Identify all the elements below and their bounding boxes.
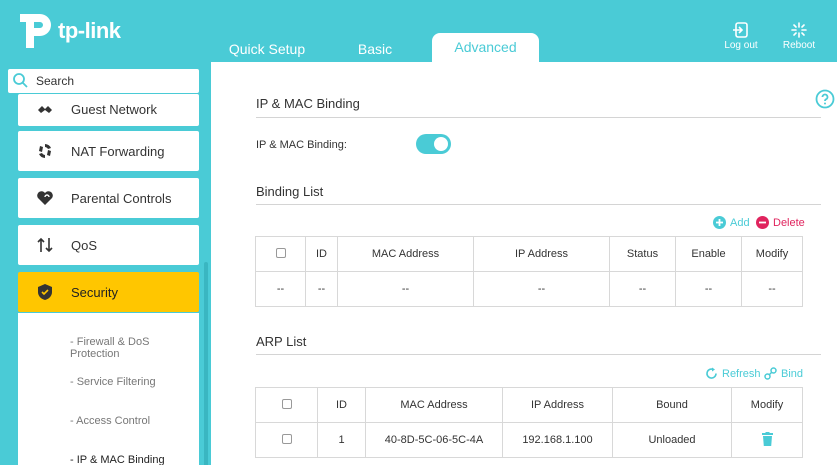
modify-cell: [731, 422, 803, 458]
brand-name: tp-link: [58, 18, 121, 43]
search-icon: [13, 73, 28, 88]
refresh-icon: [706, 367, 717, 379]
page-title: IP & MAC Binding: [256, 96, 360, 111]
cell: --: [337, 271, 474, 307]
submenu-item-access-control[interactable]: - Access Control: [70, 415, 150, 427]
col-header: Status: [609, 236, 676, 272]
col-header: ID: [305, 236, 338, 272]
sidebar-item-guest-network[interactable]: Guest Network: [18, 94, 199, 126]
submenu-item-ip-mac-binding[interactable]: - IP & MAC Binding: [70, 454, 165, 465]
search-input[interactable]: Search: [8, 69, 199, 93]
tab-quick-setup[interactable]: Quick Setup: [222, 36, 312, 62]
binding-list-title: Binding List: [256, 184, 324, 199]
divider: [256, 204, 821, 205]
add-button[interactable]: Add: [713, 216, 750, 229]
col-header: MAC Address: [365, 387, 503, 423]
add-label: Add: [730, 216, 750, 229]
shield-icon: [38, 284, 52, 300]
refresh-label: Refresh: [722, 367, 761, 380]
divider: [256, 117, 821, 118]
submenu-item-service-filtering[interactable]: - Service Filtering: [70, 376, 156, 388]
arp-list-title: ARP List: [256, 334, 307, 349]
row-checkbox[interactable]: [281, 433, 292, 444]
sidebar-item-qos[interactable]: QoS: [18, 225, 199, 265]
logout-icon: [733, 22, 748, 38]
sidebar-item-parental-controls[interactable]: Parental Controls: [18, 178, 199, 218]
col-header: ID: [317, 387, 366, 423]
row-select-cell: [255, 422, 318, 458]
sidebar-scrollbar[interactable]: [204, 262, 208, 465]
sidebar-item-label: Security: [71, 285, 118, 300]
refresh-button[interactable]: Refresh: [705, 367, 761, 380]
cell: --: [609, 271, 676, 307]
binding-table: ID MAC Address IP Address Status Enable …: [255, 236, 803, 307]
cell: --: [255, 271, 306, 307]
divider: [256, 354, 821, 355]
table-header-row: ID MAC Address IP Address Bound Modify: [255, 387, 803, 423]
submenu-item-firewall[interactable]: - Firewall & DoS Protection: [70, 336, 199, 360]
cell: --: [741, 271, 803, 307]
tp-link-logo-icon: [20, 14, 51, 48]
guest-network-icon: [38, 106, 52, 113]
cell: --: [305, 271, 338, 307]
main-content: IP & MAC Binding IP & MAC Binding: Bindi…: [211, 62, 837, 465]
logout-button[interactable]: Log out: [719, 22, 763, 51]
plus-circle-icon: [713, 216, 726, 229]
nat-forwarding-icon: [39, 144, 51, 158]
select-all-checkbox[interactable]: [281, 398, 292, 409]
cell: 40-8D-5C-06-5C-4A: [365, 422, 503, 458]
col-header: Bound: [612, 387, 732, 423]
sidebar-item-label: NAT Forwarding: [71, 144, 165, 159]
col-header: Enable: [675, 236, 742, 272]
tab-basic[interactable]: Basic: [340, 36, 410, 62]
table-row: 1 40-8D-5C-06-5C-4A 192.168.1.100 Unload…: [255, 422, 803, 458]
select-all-cell: [255, 387, 318, 423]
sidebar-item-security[interactable]: Security: [18, 272, 199, 312]
reboot-icon: [791, 22, 807, 38]
sidebar-item-label: Parental Controls: [71, 191, 172, 206]
sidebar-item-label: Guest Network: [71, 102, 157, 117]
col-header: IP Address: [473, 236, 610, 272]
cell: Unloaded: [612, 422, 732, 458]
bind-label: Bind: [781, 367, 804, 380]
binding-toggle-label: IP & MAC Binding:: [256, 139, 347, 151]
col-header: Modify: [741, 236, 803, 272]
sidebar-item-label: QoS: [71, 238, 98, 253]
sidebar: Search Guest Network NAT Forwarding Pare…: [0, 62, 211, 465]
cell: 192.168.1.100: [502, 422, 613, 458]
help-icon[interactable]: [815, 89, 835, 109]
logout-label: Log out: [724, 40, 758, 51]
select-all-cell: [255, 236, 306, 272]
minus-circle-icon: [756, 216, 769, 229]
cell: 1: [317, 422, 366, 458]
reboot-label: Reboot: [782, 40, 816, 51]
col-header: IP Address: [502, 387, 613, 423]
arrows-updown-icon: [37, 237, 53, 253]
trash-icon[interactable]: [761, 431, 773, 446]
toggle-knob: [434, 137, 448, 151]
search-placeholder: Search: [36, 74, 75, 88]
cell: --: [473, 271, 610, 307]
heart-icon: [37, 191, 53, 205]
cell: --: [675, 271, 742, 307]
bind-button[interactable]: Bind: [764, 367, 803, 380]
col-header: Modify: [731, 387, 803, 423]
table-row: -- -- -- -- -- -- --: [255, 271, 803, 307]
arp-table: ID MAC Address IP Address Bound Modify 1…: [255, 387, 803, 458]
tab-advanced[interactable]: Advanced: [432, 33, 539, 62]
select-all-checkbox[interactable]: [275, 247, 286, 258]
link-icon: [764, 367, 777, 380]
delete-button[interactable]: Delete: [756, 216, 805, 229]
binding-toggle[interactable]: [416, 134, 451, 154]
delete-label: Delete: [773, 216, 805, 229]
table-header-row: ID MAC Address IP Address Status Enable …: [255, 236, 803, 272]
reboot-button[interactable]: Reboot: [777, 22, 821, 51]
top-bar: tp-link Quick Setup Basic Advanced Log o…: [0, 0, 837, 62]
security-submenu: - Firewall & DoS Protection - Service Fi…: [18, 313, 199, 465]
col-header: MAC Address: [337, 236, 474, 272]
sidebar-item-nat-forwarding[interactable]: NAT Forwarding: [18, 131, 199, 171]
